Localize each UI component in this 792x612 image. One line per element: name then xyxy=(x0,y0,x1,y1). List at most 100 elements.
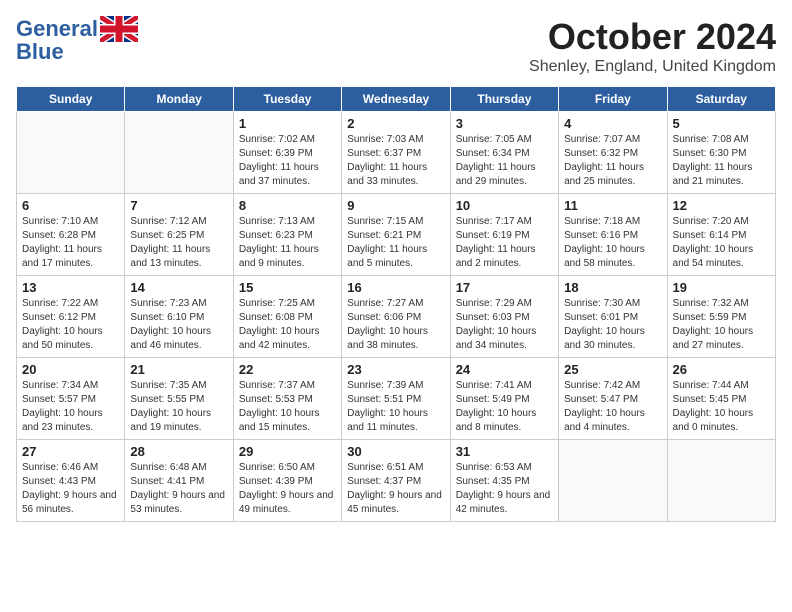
calendar-table: SundayMondayTuesdayWednesdayThursdayFrid… xyxy=(16,86,776,522)
cell-detail: Sunrise: 7:20 AMSunset: 6:14 PMDaylight:… xyxy=(673,215,770,271)
cell-detail: Sunrise: 6:50 AMSunset: 4:39 PMDaylight:… xyxy=(239,461,336,517)
day-number: 7 xyxy=(130,198,227,213)
calendar-cell: 13Sunrise: 7:22 AMSunset: 6:12 PMDayligh… xyxy=(17,276,125,358)
cell-detail: Sunrise: 6:46 AMSunset: 4:43 PMDaylight:… xyxy=(22,461,119,517)
day-number: 14 xyxy=(130,280,227,295)
calendar-cell: 28Sunrise: 6:48 AMSunset: 4:41 PMDayligh… xyxy=(125,440,233,522)
calendar-cell: 22 Sunrise: 7:37 AMSunset: 5:53 PMDayligh… xyxy=(233,358,341,440)
cell-detail: Sunrise: 7:22 AMSunset: 6:12 PMDaylight:… xyxy=(22,297,119,353)
day-number: 26 xyxy=(673,362,770,377)
calendar-cell: 25 Sunrise: 7:42 AMSunset: 5:47 PMDayligh… xyxy=(559,358,667,440)
calendar-cell: 30 Sunrise: 6:51 AMSunset: 4:37 PMDayligh… xyxy=(342,440,450,522)
calendar-cell: 9 Sunrise: 7:15 AMSunset: 6:21 PMDaylight… xyxy=(342,194,450,276)
calendar-cell: 6Sunrise: 7:10 AMSunset: 6:28 PMDaylight… xyxy=(17,194,125,276)
cell-detail: Sunrise: 7:34 AMSunset: 5:57 PMDaylight:… xyxy=(22,379,119,435)
cell-detail: Sunrise: 7:41 AMSunset: 5:49 PMDaylight:… xyxy=(456,379,553,435)
cell-detail: Sunrise: 7:08 AMSunset: 6:30 PMDaylight:… xyxy=(673,133,770,189)
cell-detail: Sunrise: 7:05 AMSunset: 6:34 PMDaylight:… xyxy=(456,133,553,189)
cell-detail: Sunrise: 7:13 AMSunset: 6:23 PMDaylight:… xyxy=(239,215,336,271)
calendar-cell: 8 Sunrise: 7:13 AMSunset: 6:23 PMDaylight… xyxy=(233,194,341,276)
calendar-cell: 7 Sunrise: 7:12 AMSunset: 6:25 PMDaylight… xyxy=(125,194,233,276)
day-number: 15 xyxy=(239,280,336,295)
calendar-cell: 5 Sunrise: 7:08 AMSunset: 6:30 PMDaylight… xyxy=(667,112,775,194)
logo-flag-icon xyxy=(100,16,138,42)
logo-general: General xyxy=(16,16,98,41)
cell-detail: Sunrise: 7:03 AMSunset: 6:37 PMDaylight:… xyxy=(347,133,444,189)
cell-detail: Sunrise: 7:18 AMSunset: 6:16 PMDaylight:… xyxy=(564,215,661,271)
weekday-header-tuesday: Tuesday xyxy=(233,87,341,112)
day-number: 12 xyxy=(673,198,770,213)
day-number: 5 xyxy=(673,116,770,131)
calendar-cell: 17 Sunrise: 7:29 AMSunset: 6:03 PMDayligh… xyxy=(450,276,558,358)
calendar-cell: 20 Sunrise: 7:34 AMSunset: 5:57 PMDayligh… xyxy=(17,358,125,440)
cell-detail: Sunrise: 7:10 AMSunset: 6:28 PMDaylight:… xyxy=(22,215,119,271)
calendar-cell: 10 Sunrise: 7:17 AMSunset: 6:19 PMDayligh… xyxy=(450,194,558,276)
calendar-cell: 26 Sunrise: 7:44 AMSunset: 5:45 PMDayligh… xyxy=(667,358,775,440)
calendar-cell: 12 Sunrise: 7:20 AMSunset: 6:14 PMDayligh… xyxy=(667,194,775,276)
day-number: 1 xyxy=(239,116,336,131)
weekday-header-saturday: Saturday xyxy=(667,87,775,112)
day-number: 31 xyxy=(456,444,553,459)
cell-detail: Sunrise: 7:07 AMSunset: 6:32 PMDaylight:… xyxy=(564,133,661,189)
calendar-cell: 29 Sunrise: 6:50 AMSunset: 4:39 PMDayligh… xyxy=(233,440,341,522)
day-number: 8 xyxy=(239,198,336,213)
cell-detail: Sunrise: 7:30 AMSunset: 6:01 PMDaylight:… xyxy=(564,297,661,353)
day-number: 16 xyxy=(347,280,444,295)
calendar-cell xyxy=(17,112,125,194)
day-number: 3 xyxy=(456,116,553,131)
cell-detail: Sunrise: 7:44 AMSunset: 5:45 PMDaylight:… xyxy=(673,379,770,435)
location-title: Shenley, England, United Kingdom xyxy=(529,58,776,76)
calendar-cell: 21Sunrise: 7:35 AMSunset: 5:55 PMDayligh… xyxy=(125,358,233,440)
calendar-cell: 18 Sunrise: 7:30 AMSunset: 6:01 PMDayligh… xyxy=(559,276,667,358)
day-number: 27 xyxy=(22,444,119,459)
day-number: 9 xyxy=(347,198,444,213)
title-area: October 2024 Shenley, England, United Ki… xyxy=(529,16,776,76)
day-number: 2 xyxy=(347,116,444,131)
calendar-cell: 4 Sunrise: 7:07 AMSunset: 6:32 PMDaylight… xyxy=(559,112,667,194)
day-number: 18 xyxy=(564,280,661,295)
logo: General Blue xyxy=(16,16,138,64)
day-number: 29 xyxy=(239,444,336,459)
weekday-header-monday: Monday xyxy=(125,87,233,112)
cell-detail: Sunrise: 7:15 AMSunset: 6:21 PMDaylight:… xyxy=(347,215,444,271)
cell-detail: Sunrise: 7:25 AMSunset: 6:08 PMDaylight:… xyxy=(239,297,336,353)
cell-detail: Sunrise: 7:32 AMSunset: 5:59 PMDaylight:… xyxy=(673,297,770,353)
page-header: General Blue October 2024 Shenley, Engl xyxy=(16,16,776,76)
weekday-header-wednesday: Wednesday xyxy=(342,87,450,112)
calendar-cell: 15 Sunrise: 7:25 AMSunset: 6:08 PMDayligh… xyxy=(233,276,341,358)
day-number: 4 xyxy=(564,116,661,131)
day-number: 24 xyxy=(456,362,553,377)
day-number: 10 xyxy=(456,198,553,213)
weekday-header-thursday: Thursday xyxy=(450,87,558,112)
calendar-cell: 2 Sunrise: 7:03 AMSunset: 6:37 PMDaylight… xyxy=(342,112,450,194)
cell-detail: Sunrise: 7:37 AMSunset: 5:53 PMDaylight:… xyxy=(239,379,336,435)
calendar-cell: 31 Sunrise: 6:53 AMSunset: 4:35 PMDayligh… xyxy=(450,440,558,522)
cell-detail: Sunrise: 6:48 AMSunset: 4:41 PMDaylight:… xyxy=(130,461,227,517)
day-number: 17 xyxy=(456,280,553,295)
calendar-cell: 23 Sunrise: 7:39 AMSunset: 5:51 PMDayligh… xyxy=(342,358,450,440)
day-number: 11 xyxy=(564,198,661,213)
logo-blue: Blue xyxy=(16,40,64,64)
calendar-cell: 27 Sunrise: 6:46 AMSunset: 4:43 PMDayligh… xyxy=(17,440,125,522)
calendar-cell: 19Sunrise: 7:32 AMSunset: 5:59 PMDayligh… xyxy=(667,276,775,358)
cell-detail: Sunrise: 7:42 AMSunset: 5:47 PMDaylight:… xyxy=(564,379,661,435)
cell-detail: Sunrise: 6:53 AMSunset: 4:35 PMDaylight:… xyxy=(456,461,553,517)
calendar-cell xyxy=(559,440,667,522)
cell-detail: Sunrise: 7:29 AMSunset: 6:03 PMDaylight:… xyxy=(456,297,553,353)
cell-detail: Sunrise: 7:17 AMSunset: 6:19 PMDaylight:… xyxy=(456,215,553,271)
cell-detail: Sunrise: 7:39 AMSunset: 5:51 PMDaylight:… xyxy=(347,379,444,435)
day-number: 25 xyxy=(564,362,661,377)
cell-detail: Sunrise: 7:12 AMSunset: 6:25 PMDaylight:… xyxy=(130,215,227,271)
calendar-cell: 24 Sunrise: 7:41 AMSunset: 5:49 PMDayligh… xyxy=(450,358,558,440)
calendar-cell: 16Sunrise: 7:27 AMSunset: 6:06 PMDayligh… xyxy=(342,276,450,358)
month-title: October 2024 xyxy=(529,16,776,58)
calendar-header: SundayMondayTuesdayWednesdayThursdayFrid… xyxy=(17,87,776,112)
day-number: 30 xyxy=(347,444,444,459)
day-number: 20 xyxy=(22,362,119,377)
day-number: 23 xyxy=(347,362,444,377)
cell-detail: Sunrise: 7:23 AMSunset: 6:10 PMDaylight:… xyxy=(130,297,227,353)
cell-detail: Sunrise: 6:51 AMSunset: 4:37 PMDaylight:… xyxy=(347,461,444,517)
weekday-header-sunday: Sunday xyxy=(17,87,125,112)
weekday-header-friday: Friday xyxy=(559,87,667,112)
day-number: 22 xyxy=(239,362,336,377)
